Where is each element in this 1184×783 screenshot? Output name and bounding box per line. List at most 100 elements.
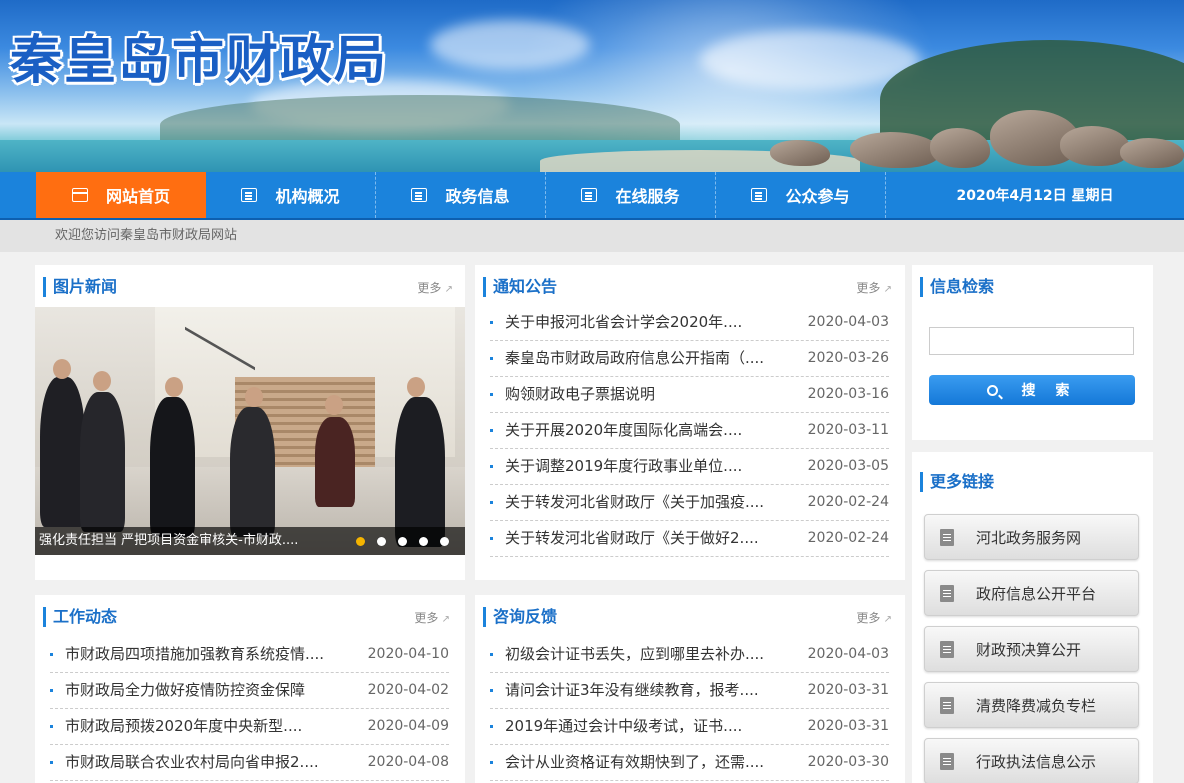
list-item[interactable]: 关于调整2019年度行政事业单位.... 2020-03-05 — [490, 449, 889, 485]
photo-person-head — [53, 359, 71, 379]
list-item[interactable]: 关于开展2020年度国际化高端会.... 2020-03-11 — [490, 413, 889, 449]
site-title: 秦皇岛市财政局 — [10, 30, 389, 91]
banner-rock — [1060, 126, 1130, 166]
more-link[interactable]: 更多 — [856, 609, 892, 626]
link-law-enforcement-info[interactable]: 行政执法信息公示 — [924, 738, 1139, 783]
item-date: 2020-03-31 — [807, 718, 889, 734]
list-item[interactable]: 市财政局预拨2020年度中央新型.... 2020-04-09 — [50, 709, 449, 745]
item-title: 市财政局四项措施加强教育系统疫情.... — [65, 645, 325, 663]
nav-label: 公众参与 — [785, 187, 850, 206]
list-item[interactable]: 关于申报河北省会计学会2020年.... 2020-04-03 — [490, 305, 889, 341]
more-links-panel: 更多链接 河北政务服务网 政府信息公开平台 财政预决算公开 清费降费减负专栏 行… — [912, 452, 1153, 783]
clipboard-icon — [940, 752, 954, 770]
link-label: 行政执法信息公示 — [976, 752, 1097, 771]
list-item[interactable]: 2019年通过会计中级考试，证书.... 2020-03-31 — [490, 709, 889, 745]
banner-cloud — [430, 20, 590, 70]
item-title: 关于调整2019年度行政事业单位.... — [505, 457, 743, 475]
nav-label: 政务信息 — [445, 187, 510, 206]
list-item[interactable]: 市财政局联合农业农村局向省申报2.... 2020-04-08 — [50, 745, 449, 781]
carousel-dot[interactable] — [419, 537, 428, 546]
welcome-bar: 欢迎您访问秦皇岛市财政局网站 — [0, 220, 1184, 252]
carousel-dot[interactable] — [398, 537, 407, 546]
photo-caption-bar: 强化责任担当 严把项目资金审核关-市财政.... — [35, 527, 465, 555]
item-date: 2020-04-08 — [367, 754, 449, 770]
work-news-list: 市财政局四项措施加强教育系统疫情.... 2020-04-10 市财政局全力做好疫… — [50, 637, 449, 781]
photo-person — [315, 417, 355, 507]
item-title: 2019年通过会计中级考试，证书.... — [505, 717, 743, 735]
list-item[interactable]: 请问会计证3年没有继续教育，报考.... 2020-03-31 — [490, 673, 889, 709]
item-date: 2020-03-26 — [807, 350, 889, 366]
item-date: 2020-03-16 — [807, 386, 889, 402]
photo-person — [395, 397, 445, 547]
photo-news-panel: 图片新闻 更多 强化责任担当 严把项目资金审核关-市财政.... — [35, 265, 465, 580]
list-item[interactable]: 市财政局全力做好疫情防控资金保障 2020-04-02 — [50, 673, 449, 709]
link-label: 财政预决算公开 — [976, 640, 1082, 659]
link-gov-info-platform[interactable]: 政府信息公开平台 — [924, 570, 1139, 616]
item-title: 关于申报河北省会计学会2020年.... — [505, 313, 743, 331]
list-item[interactable]: 会计从业资格证有效期快到了，还需.... 2020-03-30 — [490, 745, 889, 781]
item-date: 2020-04-09 — [367, 718, 449, 734]
panel-header: 信息检索 — [920, 277, 1143, 299]
nav-public-participation[interactable]: 公众参与 — [716, 172, 886, 218]
search-input[interactable] — [929, 327, 1134, 355]
panel-header: 工作动态 更多 — [43, 607, 455, 629]
photo-person-head — [93, 371, 111, 391]
item-title: 关于转发河北省财政厅《关于加强疫.... — [505, 493, 765, 511]
photo-person — [40, 377, 85, 527]
list-item[interactable]: 市财政局四项措施加强教育系统疫情.... 2020-04-10 — [50, 637, 449, 673]
panel-title: 图片新闻 — [43, 277, 117, 297]
item-title: 请问会计证3年没有继续教育，报考.... — [505, 681, 759, 699]
consultation-panel: 咨询反馈 更多 初级会计证书丢失，应到哪里去补办.... 2020-04-03 请… — [475, 595, 905, 783]
link-label: 清费降费减负专栏 — [976, 696, 1097, 715]
carousel-dot[interactable] — [377, 537, 386, 546]
list-item[interactable]: 初级会计证书丢失，应到哪里去补办.... 2020-04-03 — [490, 637, 889, 673]
more-link[interactable]: 更多 — [414, 609, 450, 626]
search-button[interactable]: 搜 索 — [929, 375, 1135, 405]
document-icon — [940, 584, 954, 602]
photo-person — [150, 397, 195, 537]
list-item[interactable]: 秦皇岛市财政局政府信息公开指南（.... 2020-03-26 — [490, 341, 889, 377]
nav-online-service[interactable]: 在线服务 — [546, 172, 716, 218]
news-photo-carousel[interactable]: 强化责任担当 严把项目资金审核关-市财政.... — [35, 307, 465, 555]
panel-title: 工作动态 — [43, 607, 117, 627]
nav-government-info[interactable]: 政务信息 — [376, 172, 546, 218]
link-label: 河北政务服务网 — [976, 528, 1082, 547]
notice-list: 关于申报河北省会计学会2020年.... 2020-04-03 秦皇岛市财政局政府… — [490, 305, 889, 557]
photo-person-head — [165, 377, 183, 397]
item-date: 2020-03-30 — [807, 754, 889, 770]
list-item[interactable]: 关于转发河北省财政厅《关于加强疫.... 2020-02-24 — [490, 485, 889, 521]
document-icon — [751, 188, 768, 202]
photo-person — [80, 392, 125, 532]
item-title: 市财政局联合农业农村局向省申报2.... — [65, 753, 319, 771]
nav-organization[interactable]: 机构概况 — [206, 172, 376, 218]
carousel-dots — [356, 537, 449, 546]
list-item[interactable]: 购领财政电子票据说明 2020-03-16 — [490, 377, 889, 413]
nav-label: 在线服务 — [615, 187, 680, 206]
document-icon — [581, 188, 598, 202]
work-news-panel: 工作动态 更多 市财政局四项措施加强教育系统疫情.... 2020-04-10 市… — [35, 595, 465, 783]
panel-header: 通知公告 更多 — [483, 277, 895, 299]
item-date: 2020-04-10 — [367, 646, 449, 662]
carousel-dot[interactable] — [440, 537, 449, 546]
item-date: 2020-02-24 — [807, 530, 889, 546]
more-link[interactable]: 更多 — [856, 279, 892, 296]
carousel-dot[interactable] — [356, 537, 365, 546]
panel-header: 图片新闻 更多 — [43, 277, 455, 299]
search-panel: 信息检索 搜 索 — [912, 265, 1153, 440]
link-budget-disclosure[interactable]: 财政预决算公开 — [924, 626, 1139, 672]
photo-person-head — [245, 387, 263, 407]
nav-home[interactable]: 网站首页 — [36, 172, 206, 218]
item-title: 秦皇岛市财政局政府信息公开指南（.... — [505, 349, 765, 367]
header-banner: 秦皇岛市财政局 — [0, 0, 1184, 172]
panel-title: 通知公告 — [483, 277, 557, 297]
current-date: 2020年4月12日 星期日 — [956, 188, 1114, 204]
search-button-label: 搜 索 — [1021, 382, 1078, 398]
list-item[interactable]: 关于转发河北省财政厅《关于做好2.... 2020-02-24 — [490, 521, 889, 557]
nav-label: 机构概况 — [275, 187, 340, 206]
link-hebei-gov-service[interactable]: 河北政务服务网 — [924, 514, 1139, 560]
document-icon — [241, 188, 258, 202]
panel-title: 更多链接 — [920, 472, 994, 492]
more-link[interactable]: 更多 — [417, 279, 453, 296]
photo-caption[interactable]: 强化责任担当 严把项目资金审核关-市财政.... — [39, 527, 298, 555]
link-fee-reduction[interactable]: 清费降费减负专栏 — [924, 682, 1139, 728]
